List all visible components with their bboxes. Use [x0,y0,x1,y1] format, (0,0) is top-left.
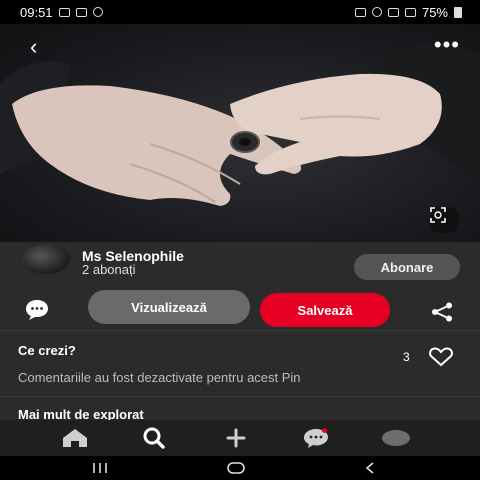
like-count: 3 [403,350,410,364]
battery-icon [454,6,462,18]
save-notification-icon [354,7,366,17]
follower-count: 2 abonați [82,262,136,277]
speech-bubble-icon [26,300,48,320]
message-notification-icon [75,7,87,17]
author-row: Ms Selenophile 2 abonați Abonare [0,242,480,290]
save-button[interactable]: Salvează [260,293,390,327]
share-nodes-icon [432,302,452,322]
search-icon [143,427,165,449]
visit-button[interactable]: Vizualizează [88,290,250,324]
gallery-notification-icon [58,7,70,17]
comments-title: Ce crezi? [18,343,76,358]
battery-percentage: 75% [421,4,448,20]
create-plus-icon [226,428,246,448]
follow-button[interactable]: Abonare [354,254,460,280]
comment-icon[interactable] [24,298,50,327]
pin-image[interactable]: ‹ ••• [0,24,480,242]
signal-icon [404,7,416,17]
visual-search-lens-icon[interactable] [430,207,458,233]
more-options-icon[interactable]: ••• [434,32,460,58]
heart-outline-icon [429,347,453,367]
divider [0,396,480,397]
status-left: 09:51 [20,5,103,20]
nav-profile[interactable] [381,424,411,452]
recent-apps-button[interactable] [80,458,120,478]
lens-icon [430,207,446,223]
back-button[interactable]: ‹ [30,36,52,58]
hands-illustration [0,44,480,206]
system-nav-bar [0,456,480,480]
action-row: Vizualizează Salvează [0,290,480,330]
nav-home[interactable] [60,424,90,452]
home-circle-icon [227,462,245,474]
heart-icon[interactable] [428,347,454,372]
divider [0,330,480,331]
home-icon [63,429,87,447]
nav-search[interactable] [140,424,170,452]
notification-dot [322,428,327,433]
bottom-nav [0,420,480,456]
profile-avatar [382,430,410,446]
share-icon[interactable] [430,302,454,327]
home-system-button[interactable] [216,458,256,478]
nav-messages[interactable] [301,424,331,452]
wifi-icon [387,7,399,17]
nav-create[interactable] [221,424,251,452]
back-chevron-icon [365,462,374,474]
author-avatar[interactable] [22,244,70,274]
back-system-button[interactable] [350,458,390,478]
status-time: 09:51 [20,4,53,20]
status-bar: 09:51 75% [0,0,480,24]
whatsapp-notification-icon [92,7,103,17]
status-right: 75% [354,4,462,20]
location-icon [371,7,382,17]
recent-apps-icon [93,463,107,473]
comments-disabled-note: Comentariile au fost dezactivate pentru … [18,370,301,385]
